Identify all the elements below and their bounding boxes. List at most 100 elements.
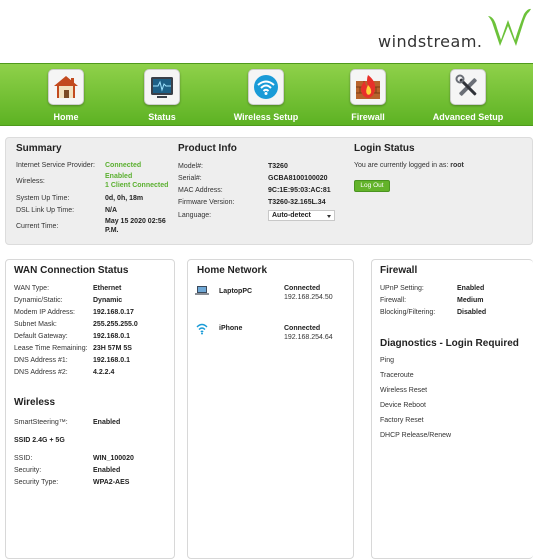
wan-row-label: Subnet Mask: <box>14 321 57 328</box>
wan-row-label: Modem IP Address: <box>14 309 75 316</box>
diagnostics-link[interactable]: Traceroute <box>380 372 414 379</box>
security-value: Enabled <box>93 467 121 474</box>
mac-value: 9C:1E:95:03:AC:81 <box>268 187 331 194</box>
nav-wireless-setup[interactable]: Wireless Setup <box>228 64 304 127</box>
wan-row-value: 192.168.0.1 <box>93 333 130 340</box>
nav-firewall-label: Firewall <box>351 112 385 122</box>
dsl-label: DSL Link Up Time: <box>16 207 75 214</box>
ssid-label: SSID: <box>14 455 33 462</box>
nav-home[interactable]: Home <box>28 64 104 127</box>
house-icon <box>48 69 84 105</box>
wan-row-label: DNS Address #2: <box>14 369 68 376</box>
windstream-logo: windstream. <box>378 6 533 56</box>
wan-row-label: Lease Time Remaining: <box>14 345 88 352</box>
brand-name: windstream. <box>378 32 483 51</box>
current-time-label: Current Time: <box>16 223 59 230</box>
current-time-value-date: May 15 2020 02:56 <box>105 218 166 225</box>
model-label: Model#: <box>178 163 203 170</box>
login-status-title: Login Status <box>354 143 415 154</box>
windstream-w-mark-icon <box>488 8 531 46</box>
tools-icon <box>450 69 486 105</box>
smartsteering-label: SmartSteering™: <box>14 419 68 426</box>
wan-row-value: 255.255.255.0 <box>93 321 138 328</box>
wan-row-label: WAN Type: <box>14 285 50 292</box>
diagnostics-link[interactable]: Ping <box>380 357 394 364</box>
diagnostics-link[interactable]: Factory Reset <box>380 417 424 424</box>
nav-status-label: Status <box>148 112 176 122</box>
wireless-title: Wireless <box>14 397 56 408</box>
nav-firewall[interactable]: Firewall <box>330 64 406 127</box>
main-nav: Home Status Wireless Setup Firewall Adva… <box>0 63 533 126</box>
firewall-title: Firewall <box>380 265 418 276</box>
diagnostics-title: Diagnostics - Login Required <box>380 338 519 349</box>
summary-title: Summary <box>16 143 62 154</box>
login-status-message: You are currently logged in as: <box>354 162 449 169</box>
firewall-row-value: Enabled <box>457 285 485 292</box>
monitor-icon <box>144 69 180 105</box>
firmware-value: T3260-32.165L.34 <box>268 199 326 206</box>
home-network-panel <box>187 259 354 559</box>
firmware-label: Firmware Version: <box>178 199 235 206</box>
security-label: Security: <box>14 467 42 474</box>
wireless-label: Wireless: <box>16 178 45 185</box>
wan-title: WAN Connection Status <box>14 265 129 276</box>
nav-advanced-setup-label: Advanced Setup <box>432 112 504 122</box>
login-status-text: You are currently logged in as: root <box>354 162 464 169</box>
wan-row-value: 23H 57M 5S <box>93 345 132 352</box>
login-username: root <box>450 162 464 169</box>
wan-row-value: 192.168.0.17 <box>93 309 134 316</box>
firewall-row-label: UPnP Setting: <box>380 285 424 292</box>
wan-row-value: Dynamic <box>93 297 123 304</box>
current-time-value-ampm: P.M. <box>105 227 119 234</box>
device-name: iPhone <box>219 325 243 332</box>
firewall-row-label: Blocking/Filtering: <box>380 309 436 316</box>
language-select[interactable]: Auto-detect <box>268 210 335 221</box>
wan-row-label: DNS Address #1: <box>14 357 68 364</box>
security-type-value: WPA2-AES <box>93 479 130 486</box>
wan-panel <box>5 259 175 559</box>
serial-value: GCBA8100100020 <box>268 175 328 182</box>
firewall-panel <box>371 259 533 559</box>
nav-advanced-setup[interactable]: Advanced Setup <box>430 64 506 127</box>
wireless-value-clients: 1 Client Connected <box>105 182 169 189</box>
firewall-row-value: Medium <box>457 297 484 304</box>
firewall-row-value: Disabled <box>457 309 487 316</box>
ssid-value: WIN_100020 <box>93 455 134 462</box>
dsl-value: N/A <box>105 207 118 214</box>
logout-button[interactable]: Log Out <box>354 180 390 192</box>
wan-row-value: Ethernet <box>93 285 122 292</box>
isp-label: Internet Service Provider: <box>16 162 95 169</box>
device-status: Connected <box>284 285 321 292</box>
language-label: Language: <box>178 212 212 219</box>
device-status: Connected <box>284 325 321 332</box>
language-select-value: Auto-detect <box>272 212 311 219</box>
firewall-icon <box>350 69 386 105</box>
diagnostics-link[interactable]: DHCP Release/Renew <box>380 432 451 439</box>
wifi-icon <box>248 69 284 105</box>
device-ip: 192.168.254.64 <box>284 334 333 341</box>
product-info-title: Product Info <box>178 143 237 154</box>
ssid-group-label: SSID 2.4G + 5G <box>14 437 65 444</box>
uptime-label: System Up Time: <box>16 195 70 202</box>
firewall-row-label: Firewall: <box>380 297 407 304</box>
wireless-value-status: Enabled <box>105 173 133 180</box>
home-network-title: Home Network <box>197 265 268 276</box>
chevron-down-icon <box>327 215 331 218</box>
uptime-value: 0d, 0h, 18m <box>105 195 144 202</box>
wan-row-label: Dynamic/Static: <box>14 297 63 304</box>
device-ip: 192.168.254.50 <box>284 294 333 301</box>
diagnostics-link[interactable]: Device Reboot <box>380 402 426 409</box>
wifi-device-icon <box>196 323 208 335</box>
device-name: LaptopPC <box>219 288 253 295</box>
model-value: T3260 <box>268 163 288 170</box>
mac-label: MAC Address: <box>178 187 223 194</box>
security-type-label: Security Type: <box>14 479 59 486</box>
smartsteering-value: Enabled <box>93 419 121 426</box>
nav-status[interactable]: Status <box>124 64 200 127</box>
nav-home-label: Home <box>53 112 79 122</box>
wan-row-value: 192.168.0.1 <box>93 357 130 364</box>
wan-row-label: Default Gateway: <box>14 333 68 340</box>
diagnostics-link[interactable]: Wireless Reset <box>380 387 427 394</box>
laptop-icon <box>195 286 209 295</box>
wan-row-value: 4.2.2.4 <box>93 369 115 376</box>
